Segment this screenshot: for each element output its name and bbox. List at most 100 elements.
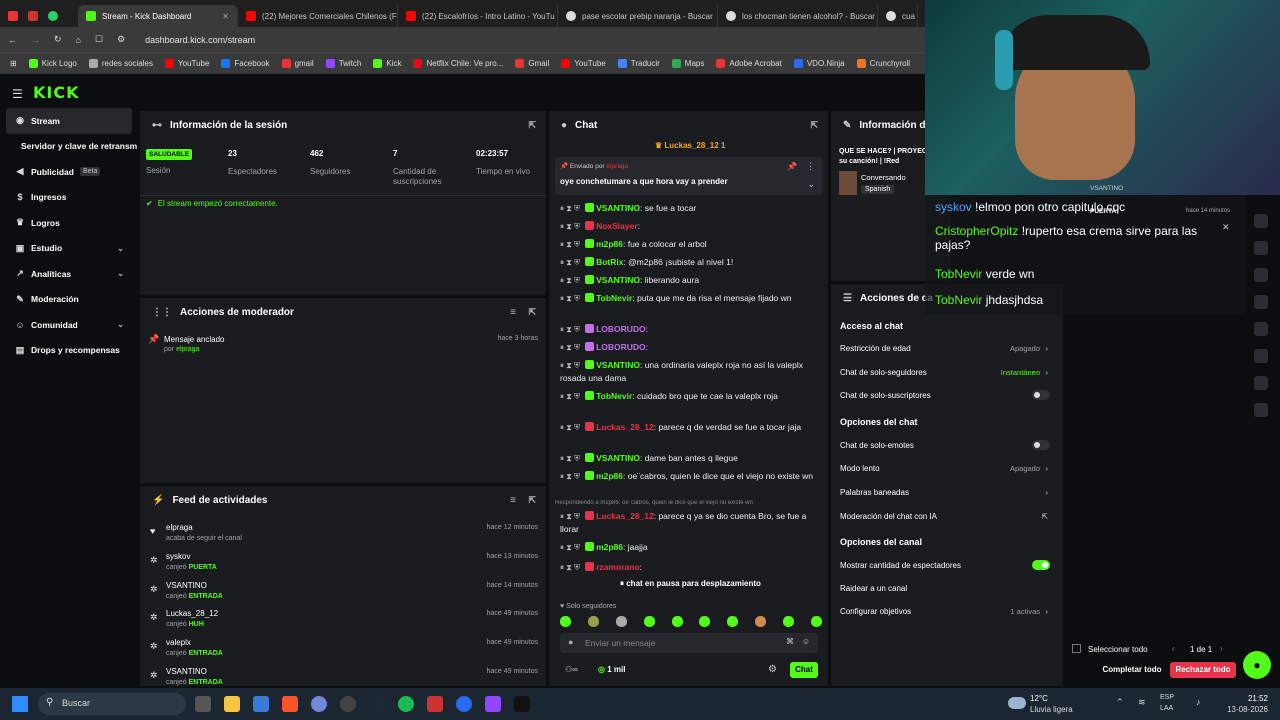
chat-message[interactable]: ⏸ ⧗ ⛨ Luckas_28_12: parece q de verdad se… [560,421,818,434]
gmail-tab-icon[interactable] [8,11,18,21]
taskbar-search[interactable]: ⚲ Buscar [38,693,186,715]
filter-icon[interactable]: ≡ [510,307,516,318]
channel-points[interactable]: ◎ 1 mil [598,665,625,674]
vs-icon[interactable] [485,696,501,712]
app-icon[interactable] [456,696,472,712]
mod-tools-icon[interactable]: ⏸ ⧗ ⛨ [560,343,580,352]
category-name[interactable]: Conversando [861,173,906,182]
task-view-icon[interactable] [195,696,211,712]
mod-tools-icon[interactable]: ⏸ ⧗ ⛨ [560,423,580,432]
chat-message[interactable]: ⏸ ⧗ ⛨ m2p86: fue a colocar el arbol [560,238,818,251]
by-user[interactable]: elpraga [176,346,199,353]
emote-icon[interactable] [587,616,599,627]
kick-logo[interactable]: KICK [33,83,80,102]
obs-icon[interactable] [340,696,356,712]
setting-row[interactable]: Chat de solo-emotes [840,440,1052,453]
chat-icon[interactable] [1254,268,1268,282]
setting-row[interactable]: Raidear a un canal [840,584,1052,596]
bookmark-10[interactable]: Traducir [617,59,660,68]
emote-icon[interactable] [560,616,571,627]
discord-icon[interactable] [311,696,327,712]
bookmark-4[interactable]: gmail [281,59,314,68]
toggle-switch[interactable] [1032,390,1050,400]
reload-icon[interactable]: ↻ [54,34,62,45]
toggle-switch[interactable] [1032,440,1050,450]
sidebar-item-ads[interactable]: ◀ Publicidad Beta [0,159,138,185]
emote-icon[interactable] [727,616,739,627]
emote-icon[interactable] [810,616,822,627]
setting-row[interactable]: Moderación del chat con IA ⇱ [840,512,1052,524]
store-icon[interactable] [253,696,269,712]
setting-row[interactable]: Restricción de edad Apagado › [840,344,1052,356]
mod-tools-icon[interactable]: ⏸ ⧗ ⛨ [560,294,580,303]
bookmark-3[interactable]: Facebook [221,59,270,68]
chat-message[interactable]: ⏸ ⧗ ⛨ m2p86: jaajja [560,541,818,554]
emoji-icon[interactable]: ● [568,637,573,647]
mod-tools-icon[interactable]: ⏸ ⧗ ⛨ [560,325,580,334]
complete-all-button[interactable]: Completar todo [1098,662,1166,678]
tab-kick-dashboard[interactable]: Stream - Kick Dashboard ✕ [78,5,238,27]
feed-user[interactable]: syskov [166,552,190,561]
chat-username[interactable]: VSANTINO [596,275,640,285]
chat-message[interactable]: ⏸ ⧗ ⛨ VSANTINO: una ordinaria valeplx roj… [560,359,818,385]
steam-icon[interactable] [369,696,385,712]
setting-row[interactable]: Mostrar cantidad de espectadores [840,560,1052,573]
chat-message[interactable]: ⏸ ⧗ ⛨ Luckas_28_12: parece q ya se dio cu… [560,510,818,536]
reject-all-button[interactable]: Rechazar todo [1170,662,1236,678]
select-all-checkbox[interactable] [1072,644,1081,653]
top-gifter[interactable]: ♛ Luckas_28_12 1 [655,141,725,150]
emote-icon[interactable] [615,616,627,627]
emote-icon[interactable] [671,616,683,627]
mod-tools-icon[interactable]: ⏸ ⧗ ⛨ [560,258,580,267]
gear-icon[interactable]: ⚙ [768,664,777,675]
spotify-icon[interactable] [398,696,414,712]
emote-icon[interactable] [783,616,794,627]
chat-username[interactable]: TobNevir [596,391,632,401]
bookmark-11[interactable]: Maps [671,59,704,68]
chat-username[interactable]: rzamorano [596,562,639,572]
bookmark-7[interactable]: Netflix Chile: Ve pro... [413,59,503,68]
volume-icon[interactable]: ♪ [1196,697,1201,707]
windows-start-icon[interactable] [12,696,28,712]
sidebar-item-drops[interactable]: ▤ Drops y recompensas [0,338,138,364]
send-chat-button[interactable]: Chat [790,662,818,678]
chat-username[interactable]: VSANTINO [596,453,640,463]
tab-youtube-1[interactable]: (22) Mejores Comerciales Chilenos (F [238,5,398,27]
mod-tools-icon[interactable]: ⏸ ⧗ ⛨ [560,240,580,249]
toggle-switch[interactable] [1032,560,1050,570]
chat-username[interactable]: TobNevir [596,293,632,303]
bookmark-13[interactable]: VDO.Ninja [793,59,845,68]
mod-tools-icon[interactable]: ⏸ ⧗ ⛨ [560,563,580,572]
tray-chevron-icon[interactable]: ⌃ [1116,697,1124,708]
mod-tools-icon[interactable]: ⏸ ⧗ ⛨ [560,512,580,521]
smile-icon[interactable]: ☺ [802,637,810,646]
setting-row[interactable]: Configurar objetivos 1 activas › [840,607,1052,619]
url-field[interactable]: dashboard.kick.com/stream [145,35,255,45]
feed-user[interactable]: elpraga [166,523,193,532]
chat-username[interactable]: NoxSlayer [596,221,638,231]
media-icon[interactable] [427,696,443,712]
chat-username[interactable]: m2p86 [596,239,623,249]
bookmark-0[interactable]: Kick Logo [28,59,77,68]
chat-message[interactable]: ⏸ ⧗ ⛨ TobNevir: puta que me da risa el me… [560,292,818,305]
chat-username[interactable]: VSANTINO [596,360,640,370]
tab-search-1[interactable]: pase escolar prebip naranja - Buscar [558,5,718,27]
sidebar-item-server-key[interactable]: Servidor y clave de retransm [0,134,138,160]
setting-row[interactable]: Palabras baneadas › [840,488,1052,500]
wrench-icon[interactable] [1254,349,1268,363]
bookmark-6[interactable]: Kick [373,59,401,68]
chat-username[interactable]: LOBORUDO [596,342,646,352]
next-page-icon[interactable]: › [1220,644,1223,653]
forward-icon[interactable]: → [31,35,40,45]
brave-icon[interactable] [282,696,298,712]
filter-icon[interactable]: ≡ [510,495,516,506]
chat-message[interactable]: ⏸ ⧗ ⛨ VSANTINO: se fue a tocar [560,202,818,215]
feed-user[interactable]: VSANTINO [166,581,207,590]
setting-row[interactable]: Chat de solo-suscriptores [840,390,1052,403]
mod-tools-icon[interactable]: ⏸ ⧗ ⛨ [560,222,580,231]
feed-user[interactable]: VSANTINO [166,667,207,676]
more-icon[interactable]: ⋮ [806,161,815,172]
sidebar-item-community[interactable]: ☺ Comunidad ⌄ [0,312,138,338]
mod-tools-icon[interactable]: ⏸ ⧗ ⛨ [560,454,580,463]
sidebar-item-studio[interactable]: ▣ Estudio ⌄ [0,236,138,262]
